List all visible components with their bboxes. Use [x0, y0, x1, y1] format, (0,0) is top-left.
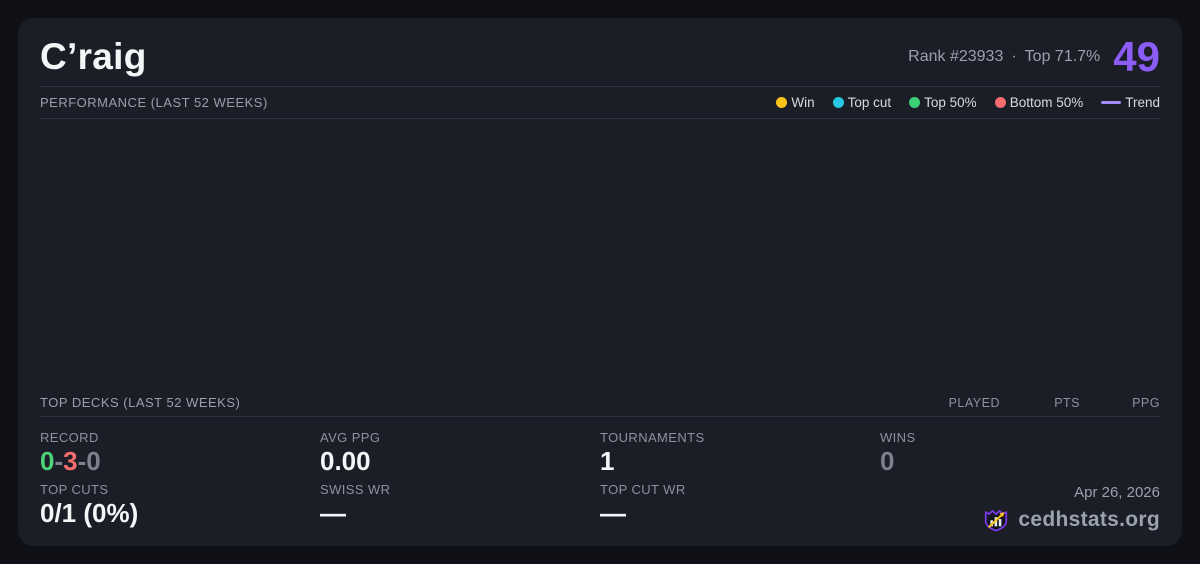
column-header-pts: PTS [1054, 395, 1080, 410]
record-separator: - [54, 446, 64, 476]
performance-section-title: PERFORMANCE (LAST 52 WEEKS) [40, 95, 268, 110]
win-dot-icon [776, 97, 788, 108]
stat-label: SWISS WR [320, 482, 391, 497]
branding-block: Apr 26, 2026 cedhstats.org [982, 484, 1160, 534]
legend-item-top-cut: Top cut [832, 95, 892, 110]
legend-label: Top cut [847, 95, 892, 110]
stat-top-cuts: TOP CUTS 0/1 (0%) [40, 482, 320, 534]
stat-wins: WINS 0 [880, 430, 1160, 482]
record-wins: 0 [40, 446, 55, 476]
rank-text: Rank #23933 [908, 48, 1004, 65]
stat-label: TOURNAMENTS [600, 430, 705, 445]
avg-ppg-value: 0.00 [320, 446, 371, 476]
performance-header-row: PERFORMANCE (LAST 52 WEEKS) Win Top cut … [40, 87, 1160, 119]
column-header-ppg: PPG [1132, 395, 1160, 410]
record-value: 0-3-0 [40, 448, 320, 474]
stat-swiss-wr: SWISS WR — [320, 482, 600, 534]
legend-label: Trend [1125, 95, 1160, 110]
performance-chart-area [40, 119, 1160, 389]
column-header-played: PLAYED [948, 395, 1000, 410]
legend-label: Bottom 50% [1009, 95, 1084, 110]
player-stats-card: C’raig Rank #23933 · Top 71.7% 49 PERFOR… [18, 18, 1182, 546]
record-separator: - [77, 446, 87, 476]
header-rank-group: Rank #23933 · Top 71.7% 49 [908, 36, 1160, 78]
swiss-wr-value: — [320, 498, 346, 528]
score-value: 49 [1113, 33, 1160, 80]
legend-item-bottom-50: Bottom 50% [994, 95, 1084, 110]
top-decks-columns: PLAYED PTS PPG [920, 396, 1160, 410]
card-date: Apr 26, 2026 [1074, 484, 1160, 501]
top-percent-text: Top 71.7% [1024, 48, 1101, 65]
top-cut-dot-icon [832, 97, 844, 108]
stat-tournaments: TOURNAMENTS 1 [600, 430, 880, 482]
stat-label: AVG PPG [320, 430, 381, 445]
stat-label: TOP CUTS [40, 482, 109, 497]
record-draws: 0 [86, 446, 101, 476]
tournaments-value: 1 [600, 446, 615, 476]
legend-item-win: Win [776, 95, 815, 110]
top-cut-wr-value: — [600, 498, 626, 528]
stat-label: WINS [880, 430, 916, 445]
brand-link[interactable]: cedhstats.org [982, 506, 1160, 534]
top-cuts-value: 0/1 (0%) [40, 498, 139, 528]
chart-legend: Win Top cut Top 50% Bottom 50% Trend [776, 95, 1160, 110]
legend-item-top-50: Top 50% [909, 95, 977, 110]
brand-name: cedhstats.org [1018, 508, 1160, 531]
stat-label: TOP CUT WR [600, 482, 686, 497]
stats-grid: RECORD 0-3-0 AVG PPG 0.00 TOURNAMENTS 1 … [40, 430, 1160, 534]
page-title: C’raig [40, 35, 147, 77]
top-decks-section-title: TOP DECKS (LAST 52 WEEKS) [40, 395, 241, 410]
rank-line: Rank #23933 · Top 71.7% [908, 48, 1100, 66]
stat-record: RECORD 0-3-0 [40, 430, 320, 482]
trend-line-icon [1101, 101, 1122, 104]
legend-item-trend: Trend [1101, 95, 1160, 110]
top-decks-header-row: TOP DECKS (LAST 52 WEEKS) PLAYED PTS PPG [40, 389, 1160, 417]
stat-label: RECORD [40, 430, 99, 445]
bottom-50-dot-icon [994, 97, 1006, 108]
record-losses: 3 [63, 446, 78, 476]
cedhstats-logo-icon [982, 506, 1010, 534]
legend-label: Top 50% [924, 95, 977, 110]
stat-top-cut-wr: TOP CUT WR — [600, 482, 880, 534]
wins-value: 0 [880, 446, 895, 476]
top-50-dot-icon [909, 97, 921, 108]
rank-separator: · [1011, 48, 1017, 65]
stat-avg-ppg: AVG PPG 0.00 [320, 430, 600, 482]
legend-label: Win [791, 95, 815, 110]
card-header: C’raig Rank #23933 · Top 71.7% 49 [40, 36, 1160, 87]
